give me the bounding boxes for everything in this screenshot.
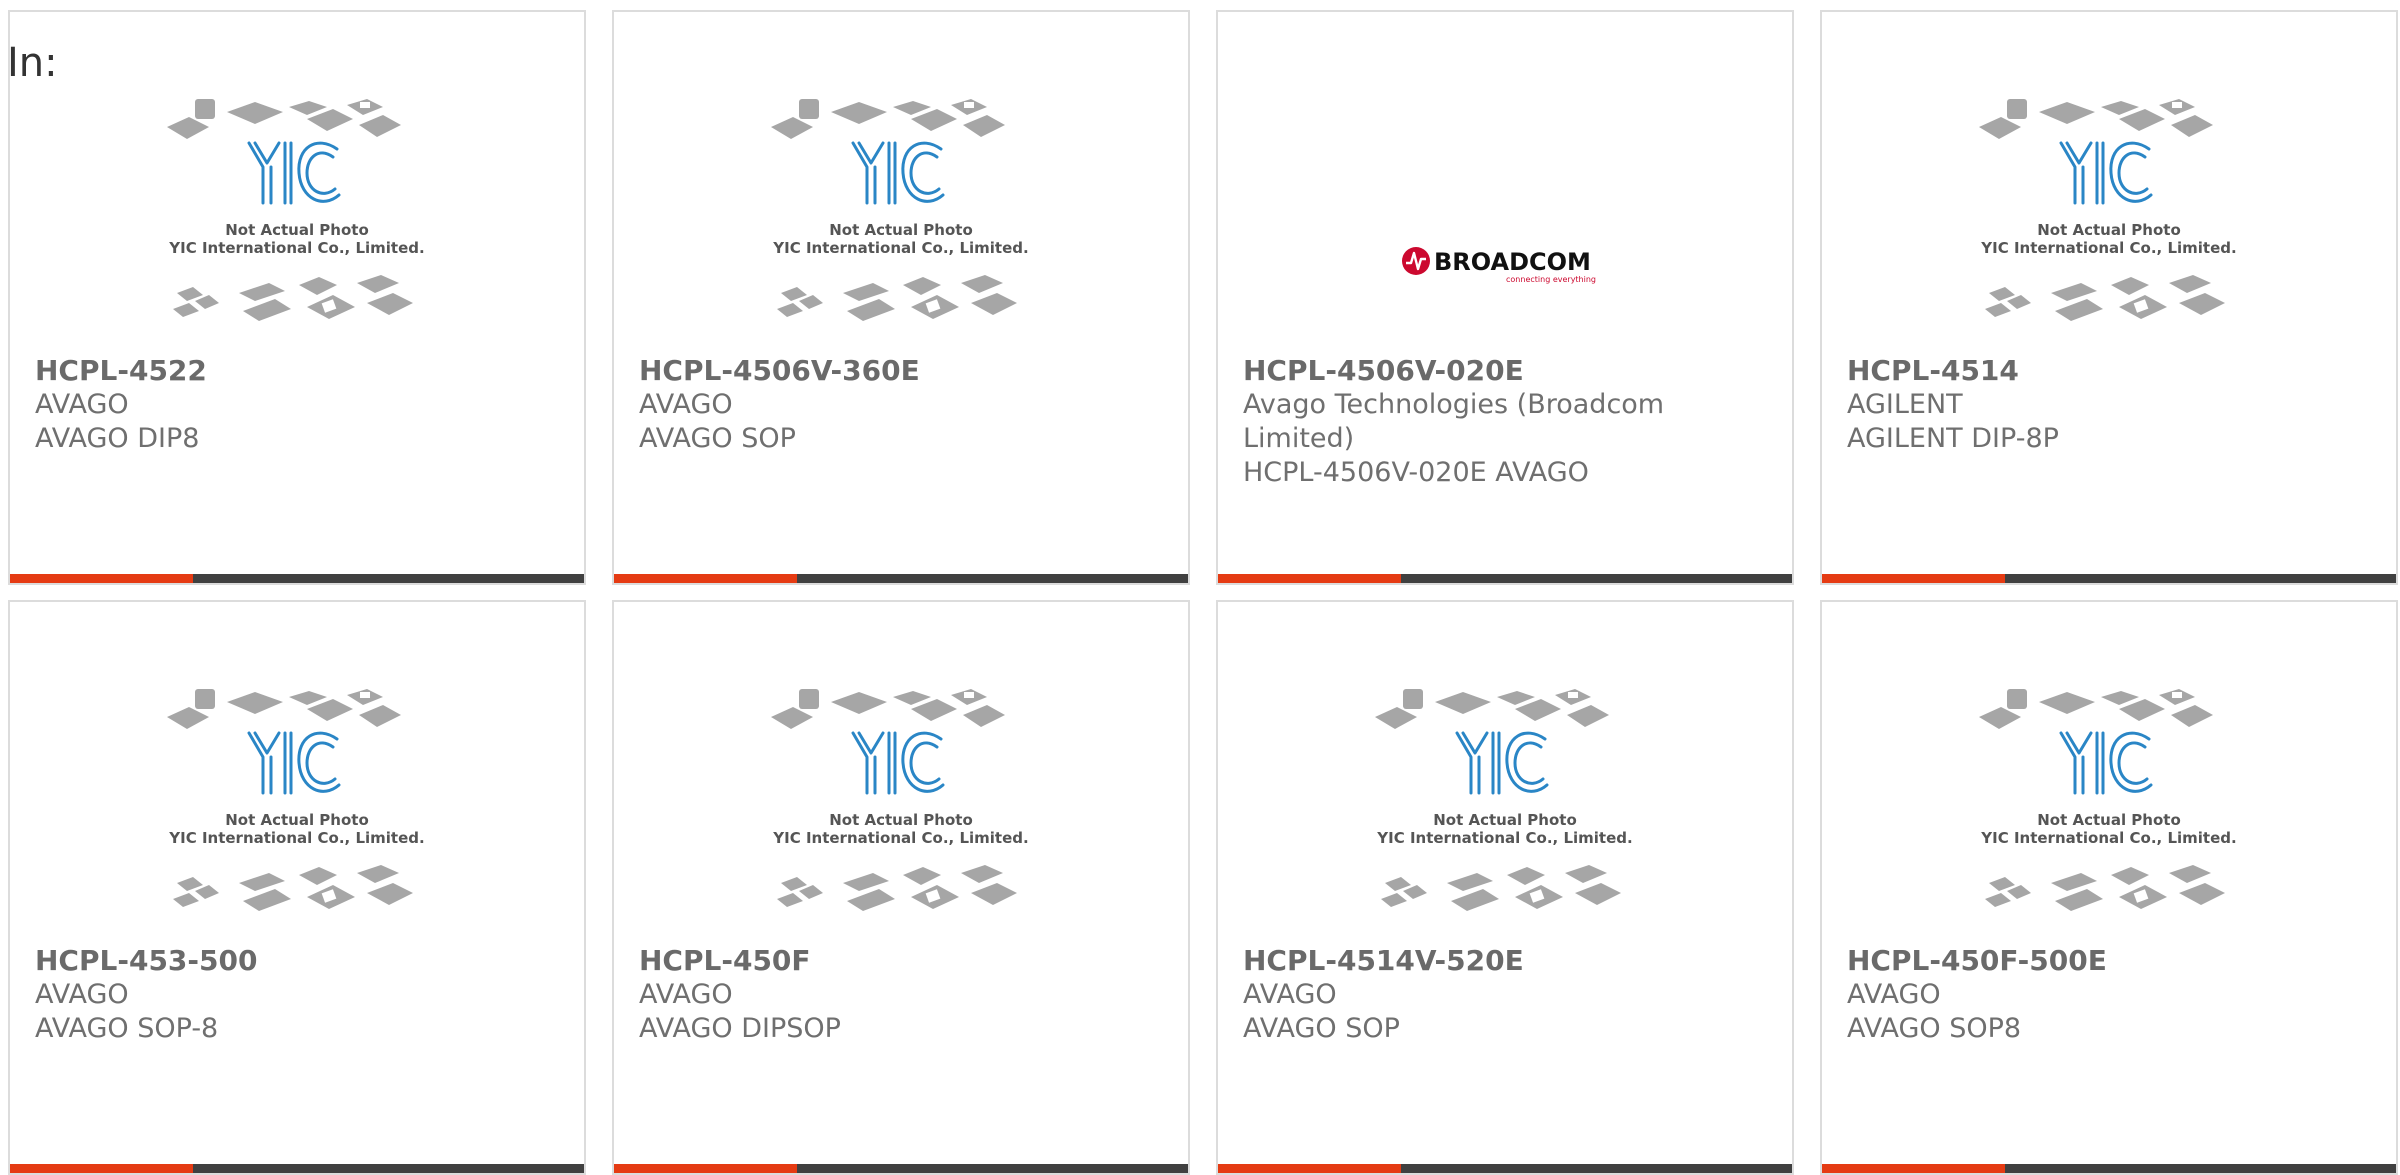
placeholder-caption-line2: YIC International Co., Limited. [1376,829,1632,847]
card-bottom-bar [1822,574,2396,583]
product-image[interactable]: Not Actual Photo YIC International Co., … [614,687,1188,947]
card-bottom-bar [1822,1164,2396,1173]
card-accent-bar [614,574,797,583]
card-bottom-bar [1218,1164,1792,1173]
broadcom-logo-icon: BROADCOMconnecting everything [1402,246,1596,284]
part-number[interactable]: HCPL-4506V-020E [1243,354,1767,388]
product-description: AVAGO SOP8 [1847,1013,2022,1044]
broadcom-wordmark: BROADCOM [1434,248,1591,276]
yic-placeholder-image: Not Actual Photo YIC International Co., … [1979,689,2237,911]
product-image[interactable]: Not Actual Photo YIC International Co., … [10,687,584,947]
card-accent-bar [1218,574,1401,583]
part-number[interactable]: HCPL-4522 [35,354,559,388]
product-grid: Not Actual Photo YIC International Co., … [8,10,2398,1175]
placeholder-caption-line2: YIC International Co., Limited. [1980,829,2236,847]
product-image[interactable]: Not Actual Photo YIC International Co., … [1822,97,2396,357]
manufacturer: AGILENT [1847,389,1963,420]
manufacturer: AVAGO [639,979,733,1010]
placeholder-caption-line1: Not Actual Photo [1433,811,1577,829]
placeholder-caption-line1: Not Actual Photo [225,811,369,829]
product-description: HCPL-4506V-020E AVAGO [1243,457,1589,488]
product-info: HCPL-4506V-020E Avago Technologies (Broad… [1243,354,1767,490]
yic-placeholder-image: Not Actual Photo YIC International Co., … [167,99,425,321]
manufacturer: AVAGO [1847,979,1941,1010]
product-card[interactable]: Not Actual Photo YIC International Co., … [1820,10,2398,585]
part-number[interactable]: HCPL-450F [639,944,1163,978]
product-info: HCPL-450F-500E AVAGO AVAGO SOP8 [1847,944,2371,1046]
product-info: HCPL-4522 AVAGO AVAGO DIP8 [35,354,559,456]
placeholder-caption-line2: YIC International Co., Limited. [772,829,1028,847]
product-info: HCPL-4506V-360E AVAGO AVAGO SOP [639,354,1163,456]
product-card[interactable]: Not Actual Photo YIC International Co., … [8,600,586,1175]
manufacturer: Avago Technologies (Broadcom Limited) [1243,389,1665,454]
placeholder-caption-line2: YIC International Co., Limited. [772,239,1028,257]
card-accent-bar [1822,574,2005,583]
manufacturer: AVAGO [639,389,733,420]
product-description: AVAGO DIP8 [35,423,200,454]
yic-placeholder-image: Not Actual Photo YIC International Co., … [771,689,1029,911]
card-accent-bar [10,574,193,583]
product-info: HCPL-4514 AGILENT AGILENT DIP-8P [1847,354,2371,456]
placeholder-caption-line1: Not Actual Photo [829,221,973,239]
product-image[interactable]: Not Actual Photo YIC International Co., … [614,97,1188,357]
product-image[interactable]: Not Actual Photo YIC International Co., … [10,97,584,357]
product-card[interactable]: BROADCOM connecting everything HCPL-4506V-… [1216,10,1794,585]
part-number[interactable]: HCPL-450F-500E [1847,944,2371,978]
placeholder-caption-line1: Not Actual Photo [225,221,369,239]
product-description: AVAGO SOP [639,423,796,454]
card-accent-bar [1218,1164,1401,1173]
product-image[interactable]: Not Actual Photo YIC International Co., … [1218,687,1792,947]
broadcom-logo: BROADCOM connecting everything [1400,172,1610,357]
part-number[interactable]: HCPL-4506V-360E [639,354,1163,388]
part-number[interactable]: HCPL-453-500 [35,944,559,978]
broadcom-tagline: connecting everything [1506,275,1596,284]
product-card[interactable]: Not Actual Photo YIC International Co., … [8,10,586,585]
yic-placeholder-image: Not Actual Photo YIC International Co., … [1375,689,1633,911]
product-info: HCPL-450F AVAGO AVAGO DIPSOP [639,944,1163,1046]
placeholder-caption-line2: YIC International Co., Limited. [168,239,424,257]
placeholder-caption-line2: YIC International Co., Limited. [168,829,424,847]
product-description: AVAGO SOP-8 [35,1013,219,1044]
card-bottom-bar [614,574,1188,583]
card-bottom-bar [614,1164,1188,1173]
yic-placeholder-image: Not Actual Photo YIC International Co., … [771,99,1029,321]
in-label: In: [7,40,58,86]
placeholder-caption-line1: Not Actual Photo [829,811,973,829]
placeholder-caption-line1: Not Actual Photo [2037,811,2181,829]
part-number[interactable]: HCPL-4514 [1847,354,2371,388]
product-image[interactable]: BROADCOM connecting everything [1218,97,1792,357]
placeholder-caption-line1: Not Actual Photo [2037,221,2181,239]
product-description: AGILENT DIP-8P [1847,423,2059,454]
product-card[interactable]: Not Actual Photo YIC International Co., … [612,600,1190,1175]
placeholder-caption-line2: YIC International Co., Limited. [1980,239,2236,257]
product-card[interactable]: Not Actual Photo YIC International Co., … [1820,600,2398,1175]
card-accent-bar [10,1164,193,1173]
product-description: AVAGO SOP [1243,1013,1400,1044]
yic-placeholder-image: Not Actual Photo YIC International Co., … [1979,99,2237,321]
product-card[interactable]: Not Actual Photo YIC International Co., … [612,10,1190,585]
product-info: HCPL-4514V-520E AVAGO AVAGO SOP [1243,944,1767,1046]
card-accent-bar [614,1164,797,1173]
part-number[interactable]: HCPL-4514V-520E [1243,944,1767,978]
card-bottom-bar [1218,574,1792,583]
product-info: HCPL-453-500 AVAGO AVAGO SOP-8 [35,944,559,1046]
product-image[interactable]: Not Actual Photo YIC International Co., … [1822,687,2396,947]
product-card[interactable]: Not Actual Photo YIC International Co., … [1216,600,1794,1175]
card-bottom-bar [10,1164,584,1173]
card-bottom-bar [10,574,584,583]
manufacturer: AVAGO [35,389,129,420]
manufacturer: AVAGO [35,979,129,1010]
card-accent-bar [1822,1164,2005,1173]
yic-placeholder-image: Not Actual Photo YIC International Co., … [167,689,425,911]
manufacturer: AVAGO [1243,979,1337,1010]
product-description: AVAGO DIPSOP [639,1013,841,1044]
